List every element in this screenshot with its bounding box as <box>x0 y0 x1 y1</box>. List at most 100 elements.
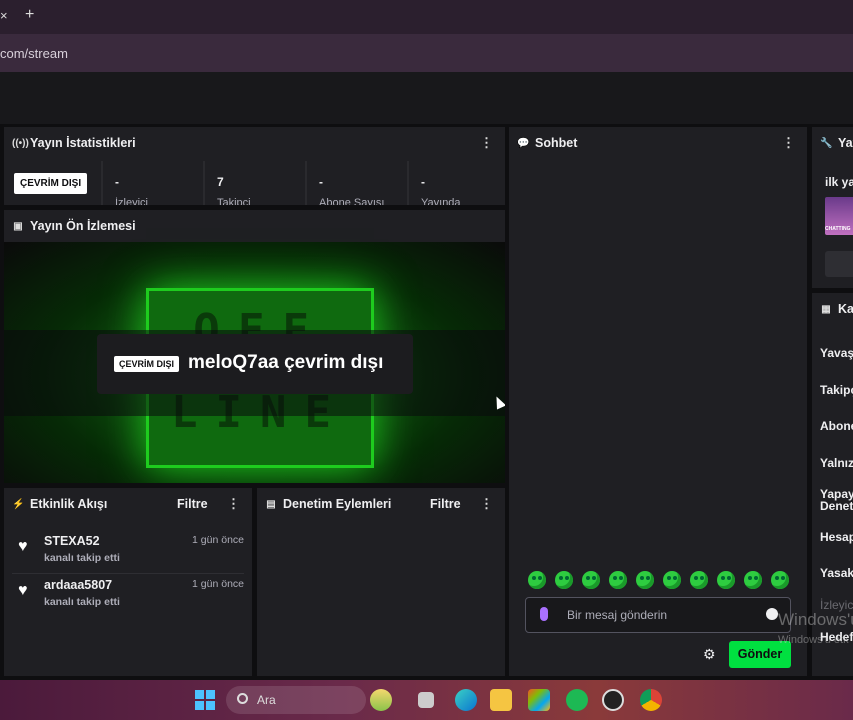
stats-header: ((•)) Yayın İstatistikleri <box>4 127 505 159</box>
stat-label: İzleyici <box>115 197 149 205</box>
chat-placeholder: Bir mesaj gönderin <box>567 608 668 622</box>
start-button[interactable] <box>195 690 215 710</box>
side-setting-item[interactable]: Hesap <box>820 530 853 544</box>
event-username[interactable]: ardaaa5807 <box>44 578 112 592</box>
emote-icon[interactable] <box>609 571 627 589</box>
event-time: 1 gün önce <box>192 578 244 590</box>
side-setting-item[interactable]: Takipç <box>820 383 853 397</box>
search-label: Ara <box>257 693 276 707</box>
emote-icon[interactable] <box>636 571 654 589</box>
lightning-icon: ⚡ <box>12 498 25 510</box>
url-text[interactable]: com/stream <box>0 46 68 61</box>
activation-watermark: Windows'u <box>778 610 853 629</box>
side-setting-item[interactable]: Yasak <box>820 566 853 580</box>
emote-icon[interactable] <box>528 571 546 589</box>
widgets-icon[interactable] <box>370 689 392 711</box>
moderation-menu-icon[interactable]: ⋮ <box>480 496 493 512</box>
tab-close-icon[interactable]: × <box>0 8 8 23</box>
windows-logo-tile <box>206 701 215 710</box>
status-badge: ÇEVRİM DIŞI <box>14 173 88 194</box>
side-setting-item[interactable]: Yavaş <box>820 346 853 360</box>
offline-message: meloQ7aa çevrim dışı <box>188 352 384 373</box>
right-bottom-title: Ka <box>838 302 853 316</box>
edge-icon[interactable] <box>455 689 477 711</box>
search-icon <box>237 693 248 704</box>
side-setting-item[interactable]: Denet <box>820 499 853 513</box>
windows-logo-tile <box>195 701 204 710</box>
taskbar-search[interactable]: Ara <box>226 686 366 714</box>
list-item[interactable]: ♥ STEXA52 kanalı takip etti 1 gün önce <box>12 530 244 574</box>
activity-header: ⚡ Etkinlik Akışı <box>4 488 252 520</box>
document-icon: ▤ <box>266 498 276 510</box>
activity-filter-button[interactable]: Filtre <box>177 497 208 511</box>
preview-status-badge: ÇEVRİM DIŞI <box>114 356 180 372</box>
emote-icon[interactable] <box>744 571 762 589</box>
app-top-bar <box>0 72 853 124</box>
preview-header: ▣ Yayın Ön İzlemesi <box>4 210 505 242</box>
stats-title: Yayın İstatistikleri <box>30 136 136 150</box>
heart-icon: ♥ <box>18 538 28 555</box>
emote-icon[interactable] <box>663 571 681 589</box>
side-setting-item[interactable]: Abone <box>820 419 853 433</box>
microphone-icon[interactable] <box>540 607 548 621</box>
emote-icon[interactable] <box>582 571 600 589</box>
task-view-icon[interactable] <box>418 692 434 708</box>
right-bottom-header: ▦ Ka <box>812 293 853 325</box>
right-top-header: 🔧 Yay <box>812 127 853 159</box>
right-top-panel: 🔧 Yay ilk ya CHATTING <box>811 126 853 289</box>
stat-value: - <box>421 175 425 189</box>
emote-icon[interactable] <box>717 571 735 589</box>
stat-label: Yayında <box>421 197 461 205</box>
file-explorer-icon[interactable] <box>490 689 512 711</box>
moderation-title: Denetim Eylemleri <box>283 497 392 511</box>
emote-icon[interactable] <box>690 571 708 589</box>
address-bar[interactable]: com/stream <box>0 34 853 72</box>
chrome-icon[interactable] <box>640 689 662 711</box>
stat-label: Abone Sayısı <box>319 197 385 205</box>
right-top-button[interactable] <box>825 251 853 277</box>
moderation-filter-button[interactable]: Filtre <box>430 497 461 511</box>
chat-input[interactable]: Bir mesaj gönderin <box>525 597 791 633</box>
stat-value: 7 <box>217 175 224 189</box>
obs-icon[interactable] <box>602 689 624 711</box>
stream-thumbnail[interactable]: CHATTING <box>825 197 853 235</box>
stat-followers: 7 Takipçi <box>203 161 305 205</box>
activation-watermark-sub: Windows'u etk <box>778 634 849 646</box>
activity-menu-icon[interactable]: ⋮ <box>227 496 240 512</box>
stat-value: - <box>115 175 119 189</box>
settings-list-icon: ▦ <box>821 303 831 315</box>
stat-label: Takipçi <box>217 197 251 205</box>
browser-tab-bar: × + <box>0 0 853 34</box>
event-action: kanalı takip etti <box>44 552 120 564</box>
preview-icon: ▣ <box>13 220 23 232</box>
stats-menu-icon[interactable]: ⋮ <box>480 135 493 151</box>
side-setting-item[interactable]: Yalnız <box>820 456 853 470</box>
right-top-subtitle: ilk ya <box>825 175 853 189</box>
preview-title: Yayın Ön İzlemesi <box>30 219 136 233</box>
right-top-title: Yay <box>838 136 853 150</box>
store-icon[interactable] <box>528 689 550 711</box>
heart-icon: ♥ <box>18 582 28 599</box>
event-username[interactable]: STEXA52 <box>44 534 100 548</box>
broadcast-icon: ((•)) <box>12 137 29 149</box>
chat-header: 💬 Sohbet <box>509 127 807 159</box>
chat-settings-icon[interactable]: ⚙ <box>703 646 716 663</box>
stream-stats-panel: ((•)) Yayın İstatistikleri ⋮ ÇEVRİM DIŞI… <box>3 126 506 206</box>
stat-value: - <box>319 175 323 189</box>
offline-card: ÇEVRİM DIŞI meloQ7aa çevrim dışı <box>97 334 413 394</box>
moderation-panel: ▤ Denetim Eylemleri Filtre ⋮ <box>256 487 506 677</box>
stat-live: - Yayında <box>407 161 505 205</box>
stat-subscribers: - Abone Sayısı <box>305 161 407 205</box>
emote-icon[interactable] <box>555 571 573 589</box>
moderation-header: ▤ Denetim Eylemleri <box>257 488 505 520</box>
chat-title: Sohbet <box>535 136 578 150</box>
emote-icon[interactable] <box>771 571 789 589</box>
list-item[interactable]: ♥ ardaaa5807 kanalı takip etti 1 gün önc… <box>12 574 244 618</box>
emoji-picker-icon[interactable] <box>766 608 778 620</box>
offline-image: OFF LINE ÇEVRİM DIŞI meloQ7aa çevrim dış… <box>4 242 505 483</box>
windows-logo-tile <box>206 690 215 699</box>
new-tab-button[interactable]: + <box>25 6 34 24</box>
spotify-icon[interactable] <box>566 689 588 711</box>
chat-menu-icon[interactable]: ⋮ <box>782 135 795 151</box>
activity-title: Etkinlik Akışı <box>30 497 108 511</box>
